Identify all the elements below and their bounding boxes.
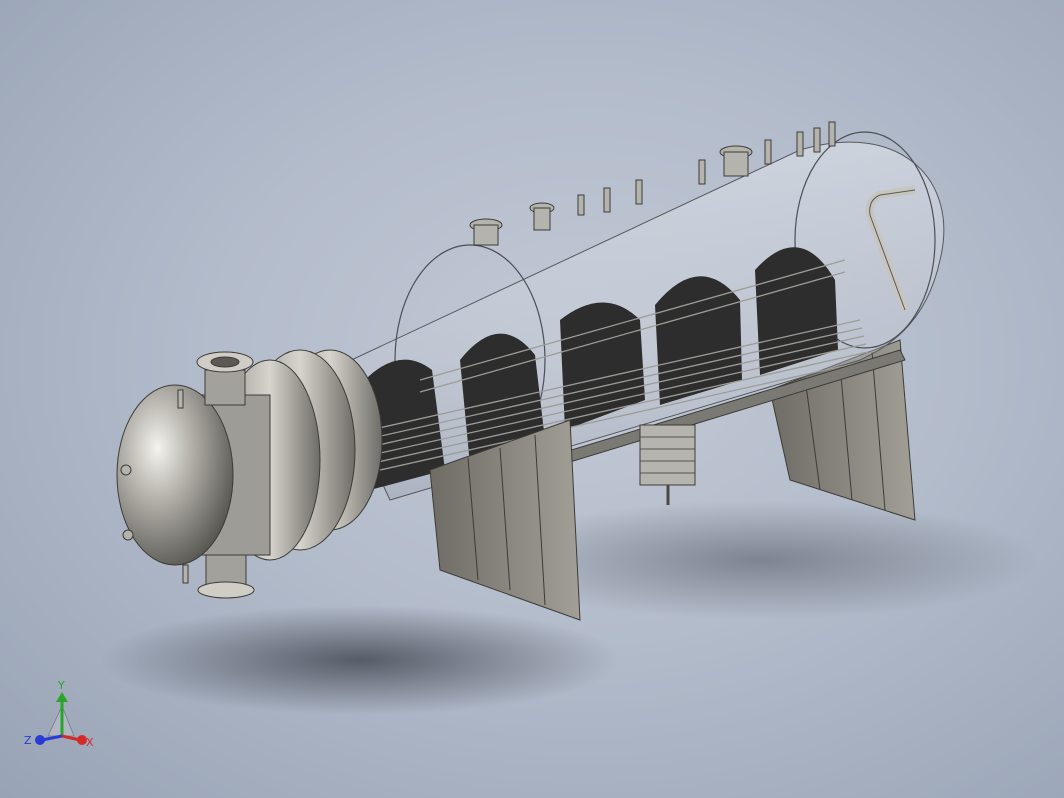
nozzle-small	[577, 194, 585, 216]
nozzle-small	[603, 187, 611, 213]
z-axis-label: Z	[24, 734, 32, 747]
nozzle-small	[698, 159, 706, 185]
z-axis-arrow	[35, 734, 63, 745]
x-axis-label: X	[86, 736, 94, 749]
expansion-bellows[interactable]	[639, 424, 696, 505]
channel-head[interactable]	[116, 384, 271, 566]
nozzle-small	[764, 139, 772, 165]
outlet-nozzle[interactable]	[197, 554, 255, 599]
ground-shadow	[100, 605, 620, 715]
nozzle-small	[635, 179, 643, 205]
x-axis-arrow	[61, 734, 87, 745]
coordinate-triad[interactable]: Y X Z	[18, 676, 108, 756]
graphics-viewport[interactable]: Y X Z	[0, 0, 1064, 798]
model-view[interactable]	[0, 0, 1064, 798]
nozzle-small	[813, 127, 821, 153]
nozzle-small	[796, 131, 804, 157]
y-axis-label: Y	[57, 679, 65, 692]
nozzle-small	[828, 121, 836, 147]
inlet-nozzle[interactable]	[196, 351, 254, 406]
